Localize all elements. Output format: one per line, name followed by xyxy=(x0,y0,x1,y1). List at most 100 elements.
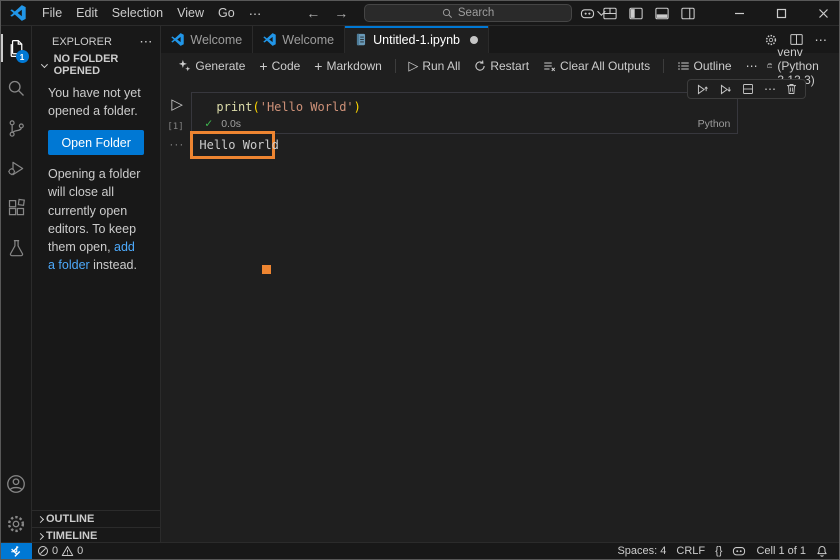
open-folder-note: Opening a folder will close all currentl… xyxy=(48,165,144,274)
toggle-primary-sidebar-icon[interactable] xyxy=(629,7,643,20)
source-control-icon xyxy=(9,119,24,137)
outline-label: OUTLINE xyxy=(46,513,95,525)
notifications-button[interactable] xyxy=(811,543,833,559)
cell-language-label[interactable]: Python xyxy=(698,118,731,130)
chevron-right-icon xyxy=(36,532,45,540)
menu-go[interactable]: Go xyxy=(211,3,242,24)
account-icon xyxy=(7,475,25,493)
toggle-panel-icon[interactable] xyxy=(655,7,669,20)
sidebar-title: EXPLORER xyxy=(52,36,112,48)
execute-below-icon[interactable] xyxy=(719,83,732,96)
cell-code-line[interactable]: print('Hello World') xyxy=(192,93,737,114)
tab-label: Welcome xyxy=(282,32,335,47)
toolbar-more-actions[interactable]: ⋯ xyxy=(741,57,763,75)
vscode-window: File Edit Selection View Go ⋯ ← → Search xyxy=(0,0,840,560)
customize-layout-icon[interactable] xyxy=(603,7,617,20)
activity-source-control[interactable] xyxy=(1,108,32,148)
menu-file[interactable]: File xyxy=(35,3,69,24)
copilot-status[interactable] xyxy=(727,543,751,559)
menu-edit[interactable]: Edit xyxy=(69,3,105,24)
kernel-environment-icon xyxy=(767,63,772,68)
vscode-logo-icon xyxy=(263,33,276,46)
clear-all-outputs-button[interactable]: Clear All Outputs xyxy=(538,57,655,75)
execute-above-icon[interactable] xyxy=(696,83,709,96)
dirty-indicator-icon[interactable] xyxy=(469,35,478,44)
settings-button[interactable] xyxy=(1,504,32,544)
output-options-button[interactable]: ··· xyxy=(169,137,184,151)
menu-view[interactable]: View xyxy=(170,3,211,24)
restart-button[interactable]: Restart xyxy=(469,57,534,75)
run-icon: ▷ xyxy=(408,57,419,73)
cell-toolbar: ⋯ xyxy=(687,79,806,99)
activity-testing[interactable] xyxy=(1,228,32,268)
code-cell[interactable]: print('Hello World') ✓ 0.0s Python xyxy=(191,92,739,134)
bell-icon xyxy=(817,546,827,557)
add-code-cell-button[interactable]: + Code xyxy=(254,56,305,76)
output-annotation-box: Hello World xyxy=(190,131,279,159)
minimize-button[interactable] xyxy=(725,1,753,25)
explorer-sidebar: EXPLORER ⋯ NO FOLDER OPENED You have not… xyxy=(32,26,162,544)
annotation-marker xyxy=(262,265,272,274)
sparkle-icon xyxy=(179,59,191,72)
cell-more-actions[interactable]: ⋯ xyxy=(764,82,776,96)
copilot-menu[interactable] xyxy=(580,7,606,20)
open-folder-button[interactable]: Open Folder xyxy=(48,130,145,156)
activity-bar: 1 xyxy=(1,26,32,544)
add-markdown-cell-button[interactable]: + Markdown xyxy=(309,56,387,76)
eol-indicator[interactable]: CRLF xyxy=(671,543,710,559)
no-folder-section-label: NO FOLDER OPENED xyxy=(53,53,119,77)
command-center-search[interactable]: Search xyxy=(364,4,572,22)
menu-selection[interactable]: Selection xyxy=(105,3,170,24)
execution-count: [1] xyxy=(167,122,184,132)
tab-welcome-1[interactable]: Welcome xyxy=(161,26,254,53)
empty-folder-message: You have not yet opened a folder. xyxy=(48,86,141,119)
explorer-more-actions[interactable]: ⋯ xyxy=(139,34,152,50)
tab-label: Welcome xyxy=(190,32,243,47)
generate-button[interactable]: Generate xyxy=(173,57,250,75)
error-count: 0 xyxy=(52,545,59,557)
success-check-icon: ✓ xyxy=(204,118,214,130)
tab-label: Untitled-1.ipynb xyxy=(373,32,460,47)
chevron-right-icon xyxy=(36,515,45,523)
execution-time: 0.0s xyxy=(221,118,242,130)
activity-extensions[interactable] xyxy=(1,188,32,228)
remote-indicator[interactable] xyxy=(1,543,32,559)
maximize-button[interactable] xyxy=(767,1,795,25)
run-cell-button[interactable]: ▷ xyxy=(171,95,183,113)
title-bar: File Edit Selection View Go ⋯ ← → Search xyxy=(1,1,839,26)
history-back-icon[interactable]: ← xyxy=(306,5,320,21)
indentation-indicator[interactable]: Spaces: 4 xyxy=(612,543,671,559)
account-button[interactable] xyxy=(1,464,32,504)
split-cell-icon[interactable] xyxy=(742,83,754,95)
error-icon xyxy=(38,546,48,556)
problems-indicator[interactable]: 0 0 xyxy=(32,543,88,559)
remote-icon xyxy=(11,545,21,557)
note-text-end: instead. xyxy=(89,257,137,272)
close-button[interactable] xyxy=(809,1,837,25)
outline-button[interactable]: Outline xyxy=(672,57,737,75)
activity-run-debug[interactable] xyxy=(1,148,32,188)
notebook-body: ▷ [1] print('Hello World') ✓ 0.0s Python… xyxy=(161,78,839,544)
outline-list-icon xyxy=(677,61,689,70)
no-folder-section-header[interactable]: NO FOLDER OPENED xyxy=(32,53,160,77)
notebook-file-icon xyxy=(357,33,366,46)
activity-explorer[interactable]: 1 xyxy=(1,28,32,68)
run-all-button[interactable]: ▷ Run All xyxy=(403,56,465,76)
activity-search[interactable] xyxy=(1,68,32,108)
vscode-logo-icon xyxy=(171,33,185,46)
outline-section-header[interactable]: OUTLINE xyxy=(32,510,161,527)
timeline-label: TIMELINE xyxy=(46,530,98,542)
tab-untitled-notebook[interactable]: Untitled-1.ipynb xyxy=(345,26,489,53)
tab-welcome-2[interactable]: Welcome xyxy=(253,26,346,53)
history-forward-icon[interactable]: → xyxy=(334,5,348,21)
cell-output-text: Hello World xyxy=(199,138,279,152)
toggle-secondary-sidebar-icon[interactable] xyxy=(681,7,695,20)
delete-cell-icon[interactable] xyxy=(786,83,797,95)
debug-icon xyxy=(7,161,23,175)
plus-icon: + xyxy=(259,57,268,74)
warning-icon xyxy=(61,546,74,556)
cell-position-indicator[interactable]: Cell 1 of 1 xyxy=(751,543,811,559)
menu-more[interactable]: ⋯ xyxy=(242,3,269,24)
language-mode-indicator[interactable]: {} xyxy=(710,543,727,559)
plus-icon: + xyxy=(314,57,323,74)
